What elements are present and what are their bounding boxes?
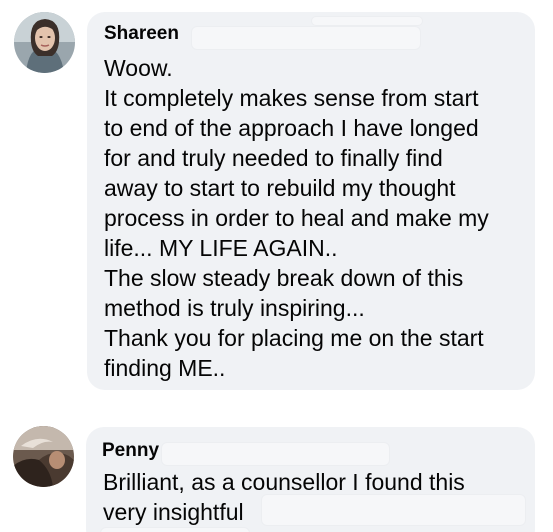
redacted-area [191, 26, 421, 50]
comment-line: Brilliant, as a counsellor I found this [103, 469, 465, 495]
profile-photo-icon [14, 12, 75, 73]
commenter-avatar-shareen[interactable] [14, 12, 75, 73]
comment-line: Woow. [104, 55, 173, 81]
comment-line: finding ME.. [104, 355, 226, 381]
redacted-area [261, 494, 526, 526]
redacted-area [161, 442, 390, 466]
comment-bubble-1: Shareen Woow. It completely makes sense … [87, 12, 535, 390]
comment-text: Woow. It completely makes sense from sta… [104, 53, 489, 383]
comment-line: life... MY LIFE AGAIN.. [104, 235, 338, 261]
comment-author[interactable]: Shareen [104, 22, 179, 46]
comment-line: Thank you for placing me on the start [104, 325, 484, 351]
comment-author[interactable]: Penny [102, 439, 159, 463]
comment-line: for and truly needed to finally find [104, 145, 443, 171]
comment-line: method is truly inspiring... [104, 295, 365, 321]
comments-page: Shareen Woow. It completely makes sense … [0, 0, 553, 532]
comment-line: process in order to heal and make my [104, 205, 489, 231]
comment-line: to end of the approach I have longed [104, 115, 479, 141]
redacted-area [100, 527, 250, 532]
comment-bubble-2: Penny Brilliant, as a counsellor I found… [86, 427, 535, 532]
comment-line: It completely makes sense from start [104, 85, 479, 111]
profile-photo-icon [13, 426, 74, 487]
redacted-area [311, 16, 423, 26]
comment-line: away to start to rebuild my thought [104, 175, 456, 201]
comment-line: The slow steady break down of this [104, 265, 464, 291]
commenter-avatar-penny[interactable] [13, 426, 74, 487]
